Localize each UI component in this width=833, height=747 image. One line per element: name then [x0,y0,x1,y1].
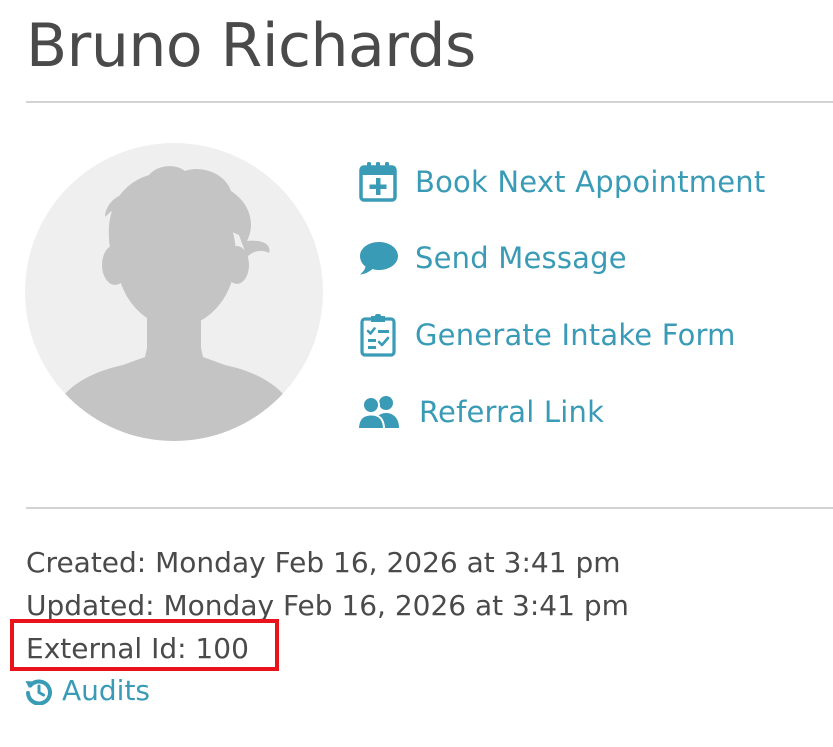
clipboard-checklist-icon [358,313,402,357]
send-message-link[interactable]: Send Message [358,236,627,280]
audits-label: Audits [62,674,151,707]
avatar [25,143,323,441]
header-divider [26,101,833,103]
generate-intake-form-label: Generate Intake Form [415,318,736,352]
history-icon [24,676,54,706]
audits-link[interactable]: Audits [24,672,150,710]
client-name-heading: Bruno Richards [26,11,476,81]
referral-link-label: Referral Link [419,395,605,429]
users-icon [358,390,402,434]
send-message-label: Send Message [415,241,627,275]
external-id-highlight-box [10,619,279,671]
created-timestamp: Created: Monday Feb 16, 2026 at 3:41 pm [26,546,621,579]
generate-intake-form-link[interactable]: Generate Intake Form [358,313,736,357]
calendar-plus-icon [358,160,402,204]
book-next-appointment-link[interactable]: Book Next Appointment [358,160,765,204]
book-next-appointment-label: Book Next Appointment [415,165,766,199]
avatar-placeholder-icon [25,143,323,441]
referral-link[interactable]: Referral Link [358,390,604,434]
chat-bubble-icon [358,236,402,280]
section-divider [26,507,833,509]
